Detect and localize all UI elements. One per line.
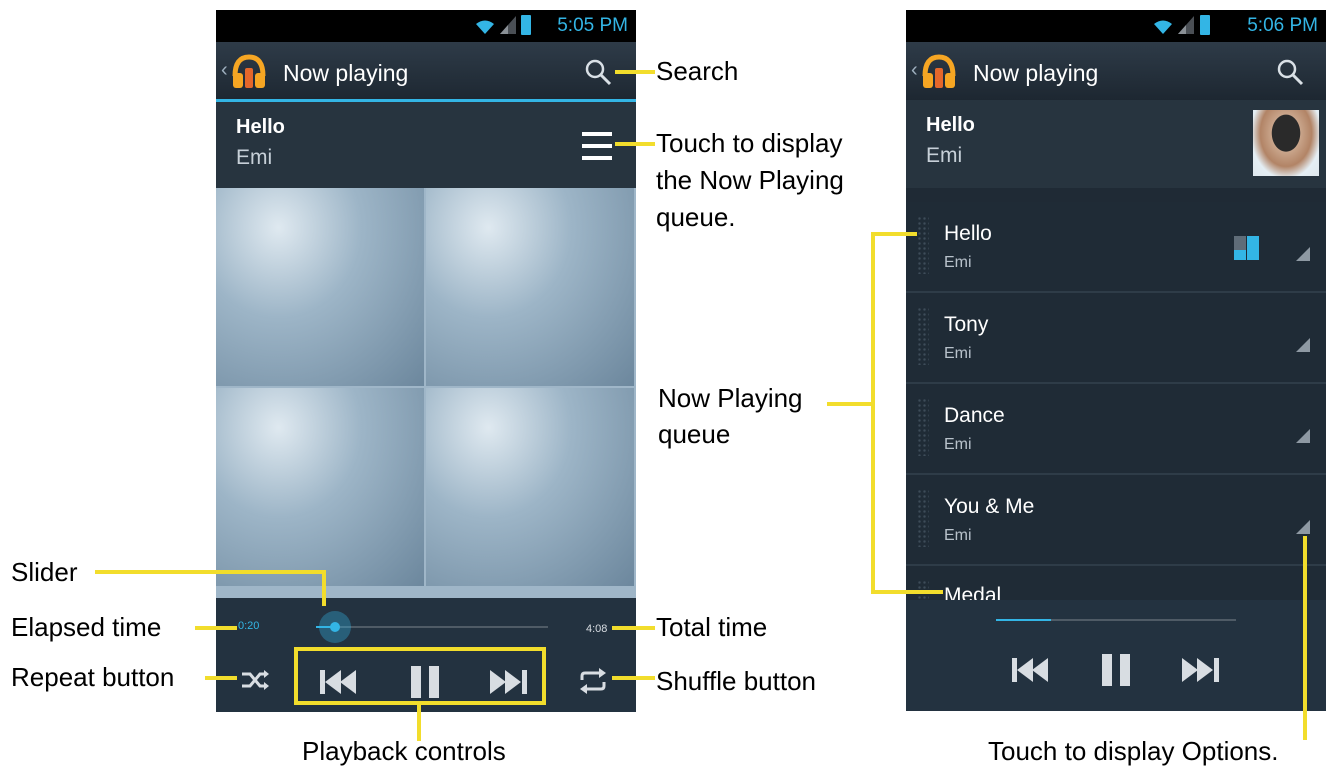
next-track-icon[interactable] — [1182, 658, 1220, 682]
callout-queue-touch: the Now Playing — [656, 165, 844, 195]
pause-icon[interactable] — [1102, 654, 1130, 686]
album-art-tile — [216, 388, 424, 586]
callout-line — [205, 676, 237, 680]
battery-icon — [521, 15, 531, 35]
album-art — [216, 188, 636, 598]
queue-item-title: Dance — [944, 404, 1005, 427]
album-thumbnail[interactable] — [1253, 110, 1319, 176]
signal-icon — [500, 16, 516, 34]
callout-line — [612, 676, 655, 680]
previous-track-icon[interactable] — [1012, 658, 1050, 682]
status-time: 5:05 PM — [557, 15, 628, 36]
track-artist: Emi — [926, 144, 963, 167]
track-header: Hello Emi — [216, 102, 636, 188]
options-icon[interactable] — [1296, 338, 1310, 352]
action-bar: ‹ Now playing — [216, 42, 636, 102]
queue-item[interactable]: Medal — [906, 566, 1326, 600]
search-icon[interactable] — [1276, 58, 1304, 86]
callout-total-time: Total time — [656, 612, 768, 642]
options-icon[interactable] — [1296, 429, 1310, 443]
callout-line — [322, 570, 326, 606]
total-time: 4:08 — [586, 623, 608, 635]
queue-item[interactable]: You & Me Emi — [906, 475, 1326, 566]
queue-item-artist: Emi — [944, 254, 972, 271]
album-art-tile — [216, 188, 424, 386]
callout-shuffle-button: Shuffle button — [656, 666, 816, 696]
playback-panel — [906, 600, 1326, 711]
queue-item-title: You & Me — [944, 495, 1035, 518]
progress-fill — [996, 619, 1051, 621]
callout-slider: Slider — [11, 557, 78, 587]
now-playing-indicator-icon — [1234, 236, 1259, 260]
drag-handle-icon[interactable] — [917, 307, 929, 365]
status-bar: 5:05 PM — [216, 10, 636, 42]
callout-line — [871, 232, 875, 594]
callout-now-playing-queue: Now Playing — [658, 383, 803, 413]
shuffle-icon[interactable] — [578, 668, 608, 694]
queue-item-artist: Emi — [944, 436, 972, 453]
queue-item-title: Hello — [944, 222, 992, 245]
queue-list: Hello Emi Tony Emi Dance Emi You & Me Em… — [906, 192, 1326, 600]
search-icon[interactable] — [584, 58, 612, 86]
callout-elapsed-time: Elapsed time — [11, 612, 162, 642]
right-phone-screen: 5:06 PM ‹ Now playing Hello Emi Hello Em… — [906, 10, 1326, 711]
album-art-tile — [426, 388, 634, 586]
battery-icon — [1200, 15, 1210, 35]
callout-line — [195, 626, 237, 630]
wifi-icon — [1154, 20, 1172, 34]
back-chevron-icon[interactable]: ‹ — [911, 59, 918, 82]
queue-menu-icon[interactable] — [582, 132, 612, 160]
play-music-headphones-icon[interactable] — [231, 54, 267, 90]
status-bar: 5:06 PM — [906, 10, 1326, 42]
callout-playback-controls: Playback controls — [302, 736, 506, 766]
play-music-headphones-icon[interactable] — [921, 54, 957, 90]
queue-item-title: Tony — [944, 313, 989, 336]
callout-line — [615, 70, 655, 74]
callout-line — [871, 590, 943, 594]
track-title: Hello — [926, 114, 975, 136]
elapsed-time: 0:20 — [238, 620, 260, 632]
callout-queue-touch: Touch to display — [656, 128, 843, 158]
queue-item[interactable]: Tony Emi — [906, 293, 1326, 384]
queue-item[interactable]: Hello Emi — [906, 202, 1326, 293]
callout-line — [827, 402, 875, 406]
callout-queue-touch: queue. — [656, 202, 736, 232]
action-bar: ‹ Now playing — [906, 42, 1326, 100]
callout-line — [612, 626, 655, 630]
track-artist: Emi — [236, 146, 273, 169]
drag-handle-icon[interactable] — [917, 489, 929, 547]
track-header: Hello Emi — [906, 100, 1326, 188]
callout-line — [615, 142, 655, 146]
track-title: Hello — [236, 116, 285, 138]
album-art-tile — [426, 188, 634, 386]
playback-controls-frame — [294, 647, 546, 705]
options-icon[interactable] — [1296, 247, 1310, 261]
page-title: Now playing — [283, 60, 409, 86]
repeat-icon[interactable] — [240, 668, 270, 692]
back-chevron-icon[interactable]: ‹ — [221, 59, 228, 82]
drag-handle-icon[interactable] — [917, 216, 929, 274]
signal-icon — [1178, 16, 1194, 34]
callout-now-playing-queue: queue — [658, 419, 731, 449]
status-time: 5:06 PM — [1247, 15, 1318, 36]
callout-line — [95, 570, 325, 574]
callout-search: Search — [656, 56, 739, 86]
queue-item-artist: Emi — [944, 527, 972, 544]
callout-line — [1303, 536, 1307, 740]
left-phone-screen: 5:05 PM ‹ Now playing Hello Emi 0:20 4:0… — [216, 10, 636, 712]
queue-item-title: Medal — [944, 584, 1002, 600]
callout-repeat-button: Repeat button — [11, 662, 175, 692]
queue-item[interactable]: Dance Emi — [906, 384, 1326, 475]
callout-options: Touch to display Options. — [988, 736, 1279, 766]
page-title: Now playing — [973, 60, 1099, 86]
callout-line — [871, 232, 917, 236]
options-icon[interactable] — [1296, 520, 1310, 534]
drag-handle-icon[interactable] — [917, 398, 929, 456]
slider-thumb[interactable] — [319, 611, 351, 643]
queue-item-artist: Emi — [944, 345, 972, 362]
wifi-icon — [476, 20, 494, 34]
